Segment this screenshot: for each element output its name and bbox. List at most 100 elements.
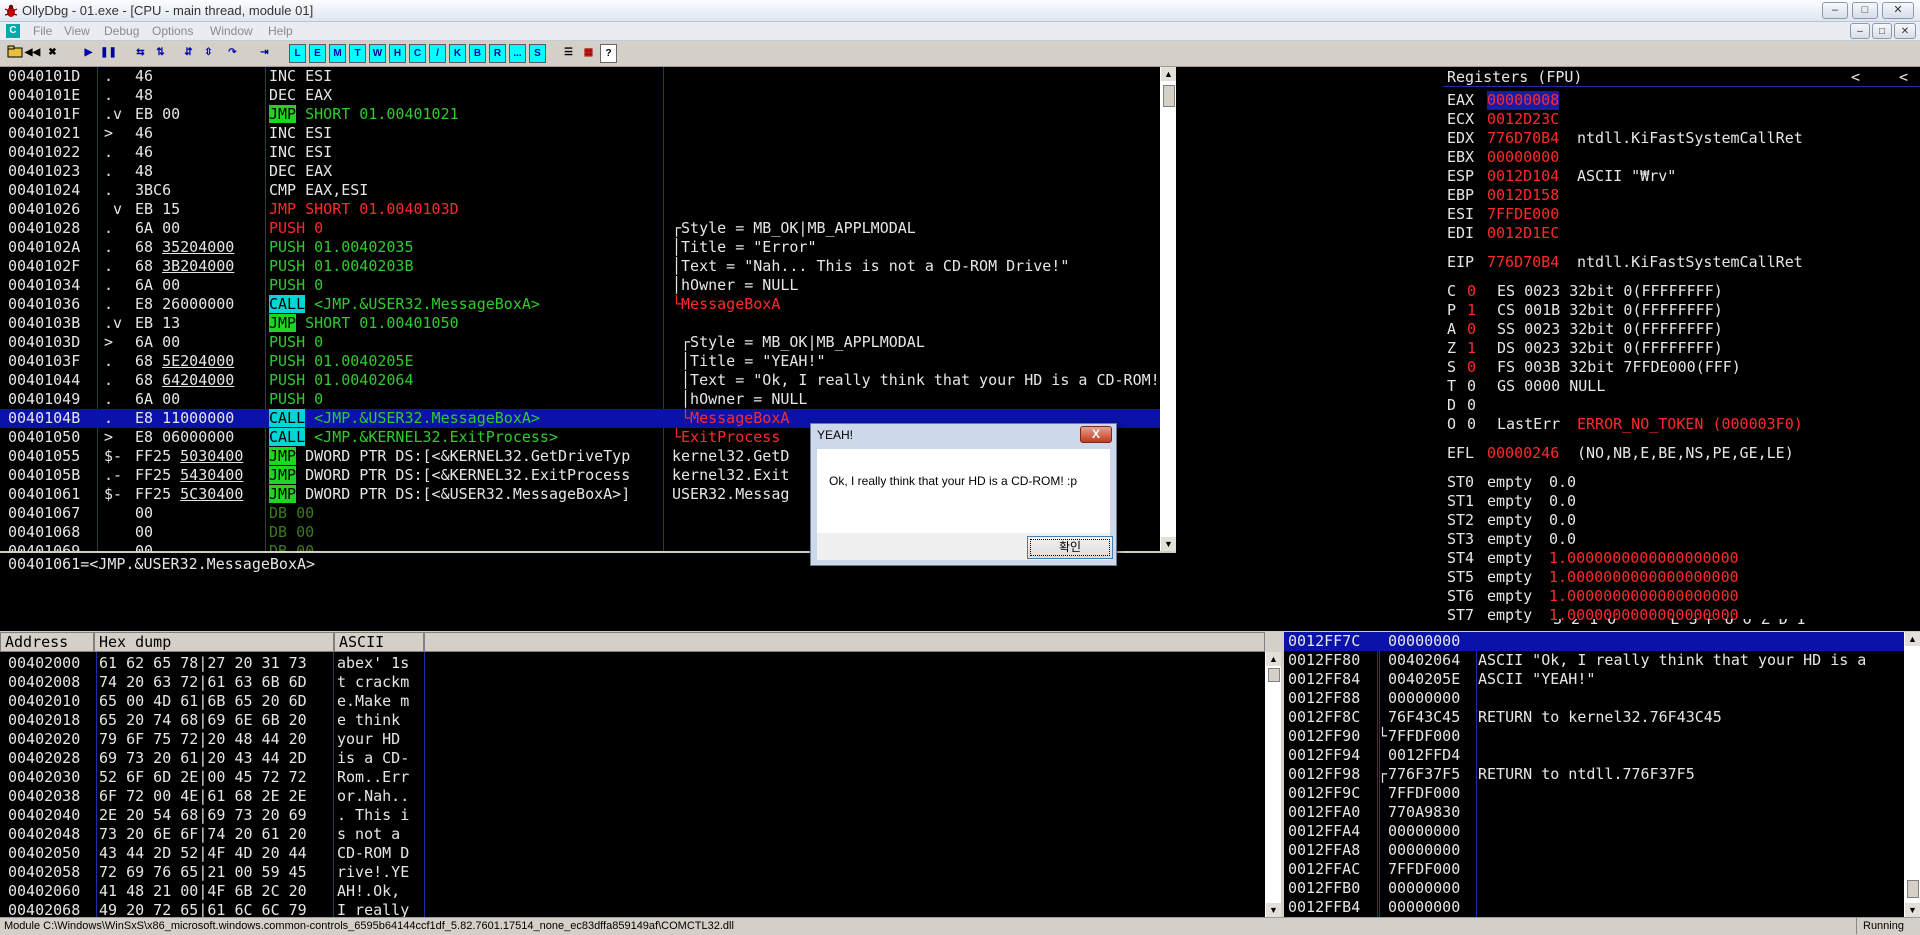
- rewind-icon[interactable]: ◀◀: [24, 44, 41, 63]
- fpu-row[interactable]: ST4 empty 1.0000000000000000000: [1447, 549, 1917, 568]
- disasm-row[interactable]: 00401028. 6A 00 PUSH 0 ┌Style = MB_OK|MB_AP…: [0, 219, 1160, 238]
- dialog-ok-button[interactable]: 확인: [1027, 536, 1113, 559]
- dump-ascii-header[interactable]: ASCII: [334, 632, 424, 652]
- stack-row[interactable]: 0012FF98 ┌ 776F37F5 RETURN to ntdll.776F37F…: [1284, 765, 1904, 784]
- maximize-button[interactable]: □: [1852, 2, 1878, 19]
- pause-icon[interactable]: ❚❚: [100, 44, 117, 63]
- dump-pane[interactable]: 00402000 61 62 65 78|27 20 31 73 abex' 1s 0…: [0, 652, 1265, 917]
- stack-row[interactable]: 0012FFAC 7FFDF000: [1284, 860, 1904, 879]
- menu-window[interactable]: Window: [210, 24, 253, 38]
- dump-address-header[interactable]: Address: [0, 632, 94, 652]
- menu-help[interactable]: Help: [268, 24, 293, 38]
- register-row[interactable]: EDI 0012D1EC: [1447, 224, 1917, 243]
- flag-row[interactable]: A 0 SS 0023 32bit 0(FFFFFFFF): [1447, 320, 1917, 339]
- flag-row[interactable]: D0: [1447, 396, 1917, 415]
- dump-row[interactable]: 00402048 73 20 6E 6F|74 20 61 20 s not a: [0, 825, 1265, 844]
- dump-row[interactable]: 00402060 41 48 21 00|4F 6B 2C 20 AH!.Ok,: [0, 882, 1265, 901]
- references-button[interactable]: R: [489, 44, 506, 63]
- stack-row[interactable]: 0012FFA0 770A9830: [1284, 803, 1904, 822]
- dump-scroll-thumb[interactable]: [1268, 668, 1280, 682]
- minimize-button[interactable]: –: [1822, 2, 1848, 19]
- disasm-row[interactable]: 00401026 v EB 15 JMP SHORT 01.0040103D: [0, 200, 1160, 219]
- patches-button[interactable]: /: [429, 44, 446, 63]
- flag-row[interactable]: S 0 FS 003B 32bit 7FFDE000(FFF): [1447, 358, 1917, 377]
- run-trace-button[interactable]: ...: [509, 44, 526, 63]
- flag-row[interactable]: C 0 ES 0023 32bit 0(FFFFFFFF): [1447, 282, 1917, 301]
- register-row[interactable]: EAX 00000008: [1447, 91, 1917, 110]
- fpu-row[interactable]: ST0 empty 0.0: [1447, 473, 1917, 492]
- register-efl[interactable]: EFL 00000246 (NO,NB,E,BE,NS,PE,GE,LE): [1447, 444, 1917, 463]
- stack-row[interactable]: 0012FF8C 76F43C45 RETURN to kernel32.76F43…: [1284, 708, 1904, 727]
- child-close-button[interactable]: ✕: [1894, 23, 1916, 39]
- disasm-row[interactable]: 00401023. 48 DEC EAX: [0, 162, 1160, 181]
- stack-row[interactable]: 0012FFA4 00000000: [1284, 822, 1904, 841]
- disasm-row[interactable]: 0040103B .v EB 13 JMP SHORT 01.00401050: [0, 314, 1160, 333]
- threads-button[interactable]: T: [349, 44, 366, 63]
- windows-button[interactable]: W: [369, 44, 386, 63]
- disasm-row[interactable]: 00401024. 3BC6 CMP EAX,ESI: [0, 181, 1160, 200]
- run-icon[interactable]: ▶: [80, 44, 97, 63]
- stack-row[interactable]: 0012FFB4 00000000: [1284, 898, 1904, 917]
- stack-row[interactable]: 0012FF88 00000000: [1284, 689, 1904, 708]
- dump-row[interactable]: 00402040 2E 20 54 68|69 73 20 69 . This i: [0, 806, 1265, 825]
- step-into-icon[interactable]: ⇆: [132, 44, 149, 63]
- dump-row[interactable]: 00402028 69 73 20 61|20 43 44 2D is a CD-: [0, 749, 1265, 768]
- disasm-row[interactable]: 0040101F .v EB 00 JMP SHORT 01.00401021: [0, 105, 1160, 124]
- disasm-row[interactable]: 00401034. 6A 00 PUSH 0 │hOwner = NULL: [0, 276, 1160, 295]
- dump-row[interactable]: 00402010 65 00 4D 61|6B 65 20 6D e.Make m: [0, 692, 1265, 711]
- flag-row[interactable]: O 0 LastErr ERROR_NO_TOKEN (000003F0): [1447, 415, 1917, 434]
- register-row[interactable]: EBX 00000000: [1447, 148, 1917, 167]
- disasm-row[interactable]: 0040103F. 68 5E204000 PUSH 01.0040205E │Ti…: [0, 352, 1160, 371]
- dump-row[interactable]: 00402050 43 44 2D 52|4F 4D 20 44 CD-ROM D: [0, 844, 1265, 863]
- register-row[interactable]: ESI 7FFDE000: [1447, 205, 1917, 224]
- close-icon[interactable]: ✖: [44, 44, 61, 63]
- disassembly-scrollbar[interactable]: ▲ ▼: [1160, 67, 1176, 551]
- disasm-row[interactable]: 00401021 >46 INC ESI: [0, 124, 1160, 143]
- stack-row[interactable]: 0012FFB0 00000000: [1284, 879, 1904, 898]
- disasm-row[interactable]: 0040101D. 46 INC ESI: [0, 67, 1160, 86]
- stack-row[interactable]: 0012FF84 0040205E ASCII "YEAH!": [1284, 670, 1904, 689]
- disasm-row[interactable]: 00401022. 46 INC ESI: [0, 143, 1160, 162]
- menu-file[interactable]: File: [33, 24, 52, 38]
- register-eip[interactable]: EIP 776D70B4 ntdll.KiFastSystemCallRet: [1447, 253, 1917, 272]
- register-row[interactable]: EDX 776D70B4 ntdll.KiFastSystemCallRet: [1447, 129, 1917, 148]
- flag-row[interactable]: P 1 CS 001B 32bit 0(FFFFFFFF): [1447, 301, 1917, 320]
- fpu-row[interactable]: ST6 empty 1.0000000000000000000: [1447, 587, 1917, 606]
- disasm-row[interactable]: 00401049. 6A 00 PUSH 0 │hOwner = NULL: [0, 390, 1160, 409]
- source-button[interactable]: S: [529, 44, 546, 63]
- disasm-row[interactable]: 0040102A. 68 35204000 PUSH 01.00402035 │Tit…: [0, 238, 1160, 257]
- help-icon[interactable]: ?: [600, 44, 617, 63]
- fpu-row[interactable]: ST3 empty 0.0: [1447, 530, 1917, 549]
- stack-scroll-thumb[interactable]: [1907, 880, 1919, 898]
- disasm-row[interactable]: 00401044. 68 64204000 PUSH 01.00402064 │Te…: [0, 371, 1160, 390]
- child-minimize-button[interactable]: –: [1850, 23, 1870, 39]
- fpu-row[interactable]: ST5 empty 1.0000000000000000000: [1447, 568, 1917, 587]
- dialog-close-button[interactable]: X: [1080, 426, 1112, 443]
- dump-row[interactable]: 00402030 52 6F 6D 2E|00 45 72 72 Rom..Err: [0, 768, 1265, 787]
- menu-view[interactable]: View: [64, 24, 90, 38]
- call-stack-button[interactable]: K: [449, 44, 466, 63]
- dump-row[interactable]: 00402020 79 6F 75 72|20 48 44 20 your HD: [0, 730, 1265, 749]
- registers-prev-button[interactable]: <: [1851, 68, 1860, 87]
- memory-map-button[interactable]: M: [329, 44, 346, 63]
- registers-next-button[interactable]: <: [1899, 68, 1908, 87]
- disassembly-scroll-thumb[interactable]: [1163, 85, 1175, 107]
- disasm-row[interactable]: 0040103D >6A 00 PUSH 0 ┌Style = MB_OK|MB_A…: [0, 333, 1160, 352]
- dump-row[interactable]: 00402068 49 20 72 65|61 6C 6C 79 I really: [0, 901, 1265, 917]
- open-icon[interactable]: [6, 44, 23, 63]
- stack-row[interactable]: 0012FF9C 7FFDF000: [1284, 784, 1904, 803]
- disasm-row[interactable]: 00401036. E8 26000000 CALL <JMP.&USER32.Me…: [0, 295, 1160, 314]
- menu-debug[interactable]: Debug: [104, 24, 139, 38]
- stack-row[interactable]: 0012FF90 └ 7FFDF000: [1284, 727, 1904, 746]
- stack-pane[interactable]: 0012FF7C 00000000 0012FF80 00402064 ASCII "O…: [1284, 632, 1904, 917]
- close-button[interactable]: ✕: [1882, 2, 1914, 19]
- step-over-icon[interactable]: ⇅: [152, 44, 169, 63]
- registers-pane[interactable]: Registers (FPU) < < EAX 00000008 ECX 0012D2…: [1443, 67, 1920, 631]
- register-row[interactable]: EBP 0012D158: [1447, 186, 1917, 205]
- cpu-button[interactable]: C: [409, 44, 426, 63]
- handles-button[interactable]: H: [389, 44, 406, 63]
- stack-scrollbar[interactable]: ▲ ▼: [1904, 632, 1920, 917]
- trace-over-icon[interactable]: ⇳: [200, 44, 217, 63]
- dump-row[interactable]: 00402018 65 20 74 68|69 6E 6B 20 e think: [0, 711, 1265, 730]
- grid-icon[interactable]: ▦: [580, 44, 597, 63]
